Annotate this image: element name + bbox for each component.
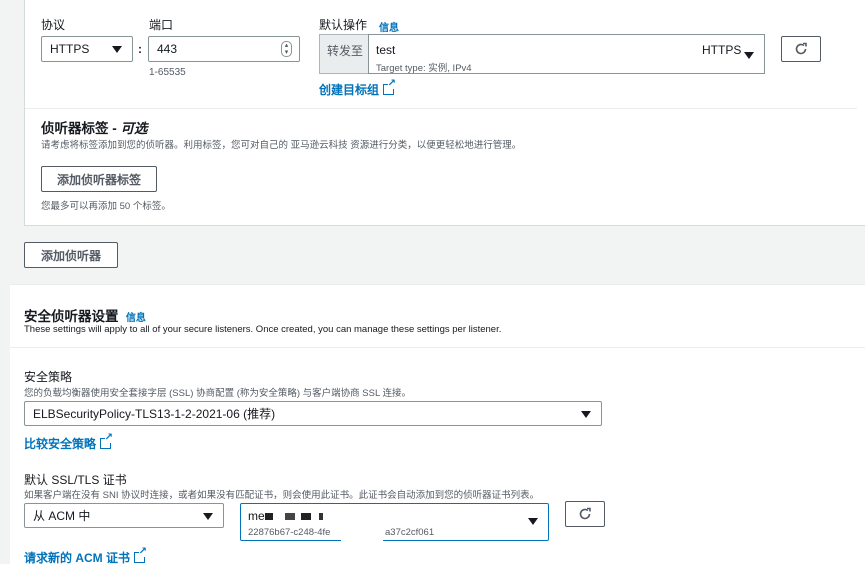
tags-description: 请考虑将标签添加到您的侦听器。利用标签，您可对自己的 亚马逊云科技 资源进行分类…: [41, 140, 522, 151]
external-link-icon: [134, 547, 147, 563]
tags-optional-text: 可选: [120, 121, 148, 136]
tags-title-text: 侦听器标签 -: [41, 121, 121, 136]
request-acm-certificate-link[interactable]: 请求新的 ACM 证书: [24, 547, 147, 564]
target-name: test: [376, 43, 396, 57]
protocol-select[interactable]: HTTPS: [41, 36, 133, 62]
port-hint: 1-65535: [149, 67, 186, 78]
secure-description: These settings will apply to all of your…: [24, 324, 502, 335]
create-target-group-text: 创建目标组: [319, 83, 380, 97]
target-type: Target type: 实例, IPv4: [376, 63, 472, 74]
target-group-select[interactable]: test Target type: 实例, IPv4 HTTPS: [368, 34, 765, 74]
caret-down-icon: [203, 513, 213, 520]
target-protocol: HTTPS: [702, 43, 742, 57]
external-link-icon: [383, 79, 397, 95]
certificate-name: me: [248, 509, 265, 523]
certificate-select[interactable]: me 22876b67-c248-4fe a37c2cf061: [240, 503, 549, 542]
compare-policies-text: 比较安全策略: [24, 437, 97, 451]
caret-down-icon: [581, 411, 591, 418]
caret-down-icon: [744, 52, 754, 59]
certificate-id-right: a37c2cf061: [385, 527, 435, 538]
add-listener-tag-button[interactable]: 添加侦听器标签: [41, 166, 157, 192]
request-acm-certificate-text: 请求新的 ACM 证书: [24, 551, 130, 564]
policy-value: ELBSecurityPolicy-TLS13-1-2-2021-06 (推荐): [33, 407, 276, 421]
protocol-label: 协议: [41, 18, 66, 32]
certificate-source-select[interactable]: 从 ACM 中: [24, 503, 224, 528]
add-listener-button[interactable]: 添加侦听器: [24, 242, 118, 268]
certificate-description: 如果客户端在没有 SNI 协议时连接，或者如果没有匹配证书，则会使用此证书。此证…: [24, 490, 540, 501]
create-target-group-link[interactable]: 创建目标组: [319, 79, 397, 98]
secure-title-text: 安全侦听器设置: [24, 309, 119, 324]
caret-down-icon: [112, 46, 122, 53]
redacted-block: [341, 504, 383, 542]
certificate-source-value: 从 ACM 中: [33, 509, 91, 523]
stepper-icon[interactable]: ▴ ▾: [281, 41, 292, 57]
refresh-certificates-button[interactable]: [565, 501, 605, 527]
secure-title: 安全侦听器设置 信息: [24, 305, 146, 325]
redacted-block: [265, 513, 323, 520]
refresh-icon: [579, 507, 591, 520]
certificate-id-left: 22876b67-c248-4fe: [248, 527, 331, 538]
divider: [25, 108, 857, 109]
refresh-icon: [795, 42, 807, 55]
default-action-info-link[interactable]: 信息: [379, 19, 399, 34]
secure-listener-settings: 安全侦听器设置 信息 These settings will apply to …: [10, 284, 865, 564]
port-value: 443: [157, 42, 178, 56]
port-label: 端口: [149, 18, 174, 32]
security-policy-select[interactable]: ELBSecurityPolicy-TLS13-1-2-2021-06 (推荐): [24, 401, 602, 426]
tags-limit-hint: 您最多可以再添加 50 个标签。: [41, 201, 171, 212]
colon-separator: :: [138, 42, 142, 56]
default-action-label: 默认操作: [319, 18, 368, 32]
protocol-value: HTTPS: [50, 42, 90, 56]
forward-to-label: 转发至: [327, 44, 364, 58]
policy-label: 安全策略: [24, 370, 73, 384]
divider: [10, 347, 865, 348]
tags-title: 侦听器标签 - 可选: [41, 117, 148, 137]
listener-panel: 协议 HTTPS : 端口 443 ▴ ▾ 1-65535 默认操作 信息 转发至…: [24, 0, 865, 226]
external-link-icon: [100, 433, 114, 449]
port-input[interactable]: 443 ▴ ▾: [148, 36, 300, 62]
caret-down-icon: [528, 518, 538, 525]
forward-to-box: 转发至: [319, 34, 369, 74]
certificate-label: 默认 SSL/TLS 证书: [24, 473, 127, 487]
refresh-target-groups-button[interactable]: [781, 36, 821, 62]
compare-policies-link[interactable]: 比较安全策略: [24, 433, 114, 452]
secure-info-link[interactable]: 信息: [126, 313, 146, 324]
policy-description: 您的负载均衡器使用安全套接字层 (SSL) 协商配置 (称为安全策略) 与客户端…: [24, 388, 412, 399]
